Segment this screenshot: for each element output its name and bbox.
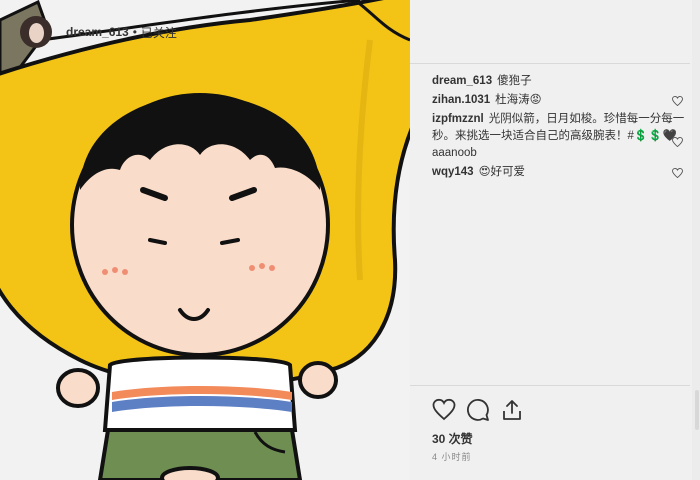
comment-username[interactable]: wqy143: [432, 166, 474, 178]
post-header: dream_613 • 已关注: [20, 10, 270, 54]
heart-icon[interactable]: [672, 137, 683, 147]
comment-item: zihan.1031 杜海涛😡: [432, 92, 687, 109]
comment-username[interactable]: izpfmzznl: [432, 113, 484, 125]
comment-text: 杜海涛😡: [495, 94, 542, 106]
heart-icon[interactable]: [432, 398, 456, 422]
separator-dot: •: [132, 25, 137, 39]
comment-item: wqy143 😍好可爱: [432, 164, 687, 181]
caption-username[interactable]: dream_613: [432, 75, 492, 87]
comment-username[interactable]: zihan.1031: [432, 94, 490, 106]
scrollbar[interactable]: [692, 0, 700, 480]
comment-icon[interactable]: [466, 398, 490, 422]
caption: dream_613 傻狍子: [432, 73, 687, 90]
post-username[interactable]: dream_613: [66, 25, 129, 39]
likes-count[interactable]: 30 次赞: [432, 430, 473, 447]
share-icon[interactable]: [500, 398, 524, 422]
post-image: [0, 0, 410, 480]
follow-status-button[interactable]: 已关注: [141, 24, 177, 41]
actions-divider: [410, 385, 690, 386]
header-divider: [410, 63, 690, 64]
heart-icon[interactable]: [672, 168, 683, 178]
post-timestamp: 4 小时前: [432, 452, 472, 462]
heart-icon[interactable]: [672, 96, 683, 106]
comment-item: izpfmzznl 光阴似箭，日月如梭。珍惜每一分每一秒。来挑选一块适合自己的高级…: [432, 111, 687, 162]
avatar[interactable]: [20, 16, 52, 48]
comments-list: dream_613 傻狍子 zihan.1031 杜海涛😡 izpfmzznl 光阴似…: [432, 73, 687, 183]
banana-kid-illustration: [0, 0, 410, 480]
scroll-thumb[interactable]: [695, 390, 699, 430]
comment-text: 😍好可爱: [478, 166, 526, 178]
caption-text: 傻狍子: [497, 75, 532, 87]
action-bar: [432, 398, 524, 422]
instagram-post-view: dream_613 • 已关注 dream_613 傻狍子 zihan.1031 杜…: [0, 0, 700, 480]
